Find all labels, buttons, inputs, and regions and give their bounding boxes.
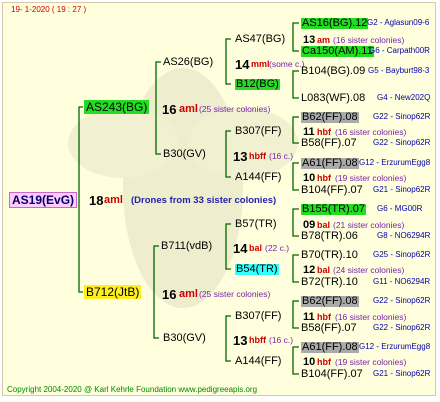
- level3-queen[interactable]: A144(FF): [235, 172, 281, 183]
- pedigree-tree: 19- 1-2020 ( 19 : 27 ) Copyright 2004-20…: [2, 2, 436, 396]
- sire-race-mark: aml: [179, 103, 198, 115]
- level4-bee-info: G4 - New202Q: [377, 93, 431, 102]
- level3-note: (24 sister colonies): [333, 265, 405, 275]
- sire-inbreeding-number: 16: [162, 102, 177, 117]
- sire-queen[interactable]: AS243(BG): [84, 100, 150, 114]
- level4-bee-info: G11 - NO6294R: [373, 277, 431, 286]
- level3-mark: am: [317, 35, 331, 45]
- level4-queen[interactable]: B62(FF).08: [301, 112, 359, 123]
- level3-mark: hbf: [317, 312, 331, 322]
- level4-queen[interactable]: A61(FF).08: [301, 158, 359, 169]
- level2-mark: bal: [249, 243, 263, 253]
- level4-bee-info: G2 - Aglasun09-6: [367, 18, 430, 27]
- level4-queen[interactable]: B104(BG).09: [301, 66, 365, 77]
- level3-mark: hbf: [317, 357, 331, 367]
- level3-note: (16 sister colonies): [333, 35, 405, 45]
- root-queen[interactable]: AS19(EvG): [9, 192, 78, 208]
- level2-queen[interactable]: AS26(BG): [163, 57, 213, 68]
- level2-number: 14: [235, 57, 250, 72]
- level4-queen[interactable]: B62(FF).08: [301, 296, 359, 307]
- dam-race-mark: aml: [179, 288, 198, 300]
- level3-queen[interactable]: B12(BG): [235, 79, 280, 90]
- level2-note: (22 c.): [265, 243, 290, 253]
- level4-bee-info: G22 - Sinop62R: [373, 323, 431, 332]
- root-race-mark: aml: [104, 194, 123, 206]
- level2-note: (some c.): [269, 59, 305, 69]
- level4-queen[interactable]: B70(TR).10: [301, 250, 358, 261]
- level3-queen[interactable]: A144(FF): [235, 356, 281, 367]
- level4-queen[interactable]: B72(TR).10: [301, 277, 358, 288]
- level3-note: (19 sister colonies): [335, 173, 407, 183]
- level4-queen[interactable]: B104(FF).07: [301, 185, 363, 196]
- level3-queen[interactable]: B54(TR): [235, 264, 279, 275]
- level2-number: 13: [233, 149, 248, 164]
- level4-queen[interactable]: B58(FF).07: [301, 138, 357, 149]
- level3-note: (21 sister colonies): [333, 220, 405, 230]
- level3-queen[interactable]: B307(FF): [235, 311, 281, 322]
- level3-number: 12: [303, 264, 316, 276]
- level2-note: (16 c.): [269, 151, 294, 161]
- level2-mark: hbff: [249, 151, 266, 161]
- level4-queen[interactable]: L083(WF).08: [301, 93, 365, 104]
- root-inbreeding-number: 18: [89, 193, 104, 208]
- level2-note: (16 c.): [269, 335, 294, 345]
- level2-mark: mml: [251, 59, 270, 69]
- level4-bee-info: G21 - Sinop62R: [373, 185, 431, 194]
- level3-mark: hbf: [317, 173, 331, 183]
- level4-bee-info: G21 - Sinop62R: [373, 369, 431, 378]
- level2-number: 14: [233, 241, 248, 256]
- dam-queen[interactable]: B712(JtB): [84, 285, 142, 299]
- level4-queen[interactable]: B78(TR).06: [301, 231, 358, 242]
- level3-mark: bal: [317, 265, 331, 275]
- level4-queen[interactable]: AS16(BG).12: [301, 18, 369, 29]
- level4-bee-info: G8 - NO6294R: [377, 231, 431, 240]
- date-header: 19- 1-2020 ( 19 : 27 ): [11, 5, 87, 14]
- level4-queen[interactable]: B58(FF).07: [301, 323, 357, 334]
- level4-bee-info: G5 - Bayburt98-3: [368, 66, 430, 75]
- level2-queen[interactable]: B30(GV): [163, 333, 206, 344]
- level4-queen[interactable]: Ca150(AM).11: [301, 46, 374, 57]
- level4-bee-info: G22 - Sinop62R: [373, 138, 431, 147]
- copyright-footer: Copyright 2004-2020 @ Karl Kehrle Founda…: [7, 385, 258, 394]
- level3-number: 10: [303, 172, 316, 184]
- level4-bee-info: G22 - Sinop62R: [373, 296, 431, 305]
- level2-queen[interactable]: B711(vdB): [161, 241, 212, 252]
- level4-bee-info: G12 - ErzurumEgg8: [359, 158, 431, 167]
- dam-note: (25 sister colonies): [199, 289, 271, 299]
- level3-mark: hbf: [317, 127, 331, 137]
- level3-queen[interactable]: AS47(BG): [235, 34, 285, 45]
- level4-queen[interactable]: A61(FF).08: [301, 342, 359, 353]
- sire-note: (25 sister colonies): [199, 104, 271, 114]
- level3-mark: bal: [317, 220, 331, 230]
- level4-queen[interactable]: B155(TR).07: [301, 204, 366, 215]
- level4-bee-info: G22 - Sinop62R: [373, 112, 431, 121]
- level2-queen[interactable]: B30(GV): [163, 149, 206, 160]
- level4-queen[interactable]: B104(FF).07: [301, 369, 363, 380]
- level4-bee-info: G12 - ErzurumEgg8: [359, 342, 431, 351]
- root-drones-note: (Drones from 33 sister colonies): [131, 195, 277, 206]
- level3-note: (16 sister colonies): [335, 312, 407, 322]
- level2-mark: hbff: [249, 335, 266, 345]
- level4-bee-info: G6 - MG00R: [377, 204, 423, 213]
- level4-bee-info: G25 - Sinop62R: [373, 250, 431, 259]
- level3-queen[interactable]: B307(FF): [235, 126, 281, 137]
- dam-inbreeding-number: 16: [162, 287, 177, 302]
- level4-bee-info: G6 - Carpath00R: [369, 46, 430, 55]
- level3-note: (16 sister colonies): [335, 127, 407, 137]
- level3-number: 10: [303, 356, 316, 368]
- level2-number: 13: [233, 333, 248, 348]
- level3-note: (19 sister colonies): [335, 357, 407, 367]
- level3-queen[interactable]: B57(TR): [235, 219, 277, 230]
